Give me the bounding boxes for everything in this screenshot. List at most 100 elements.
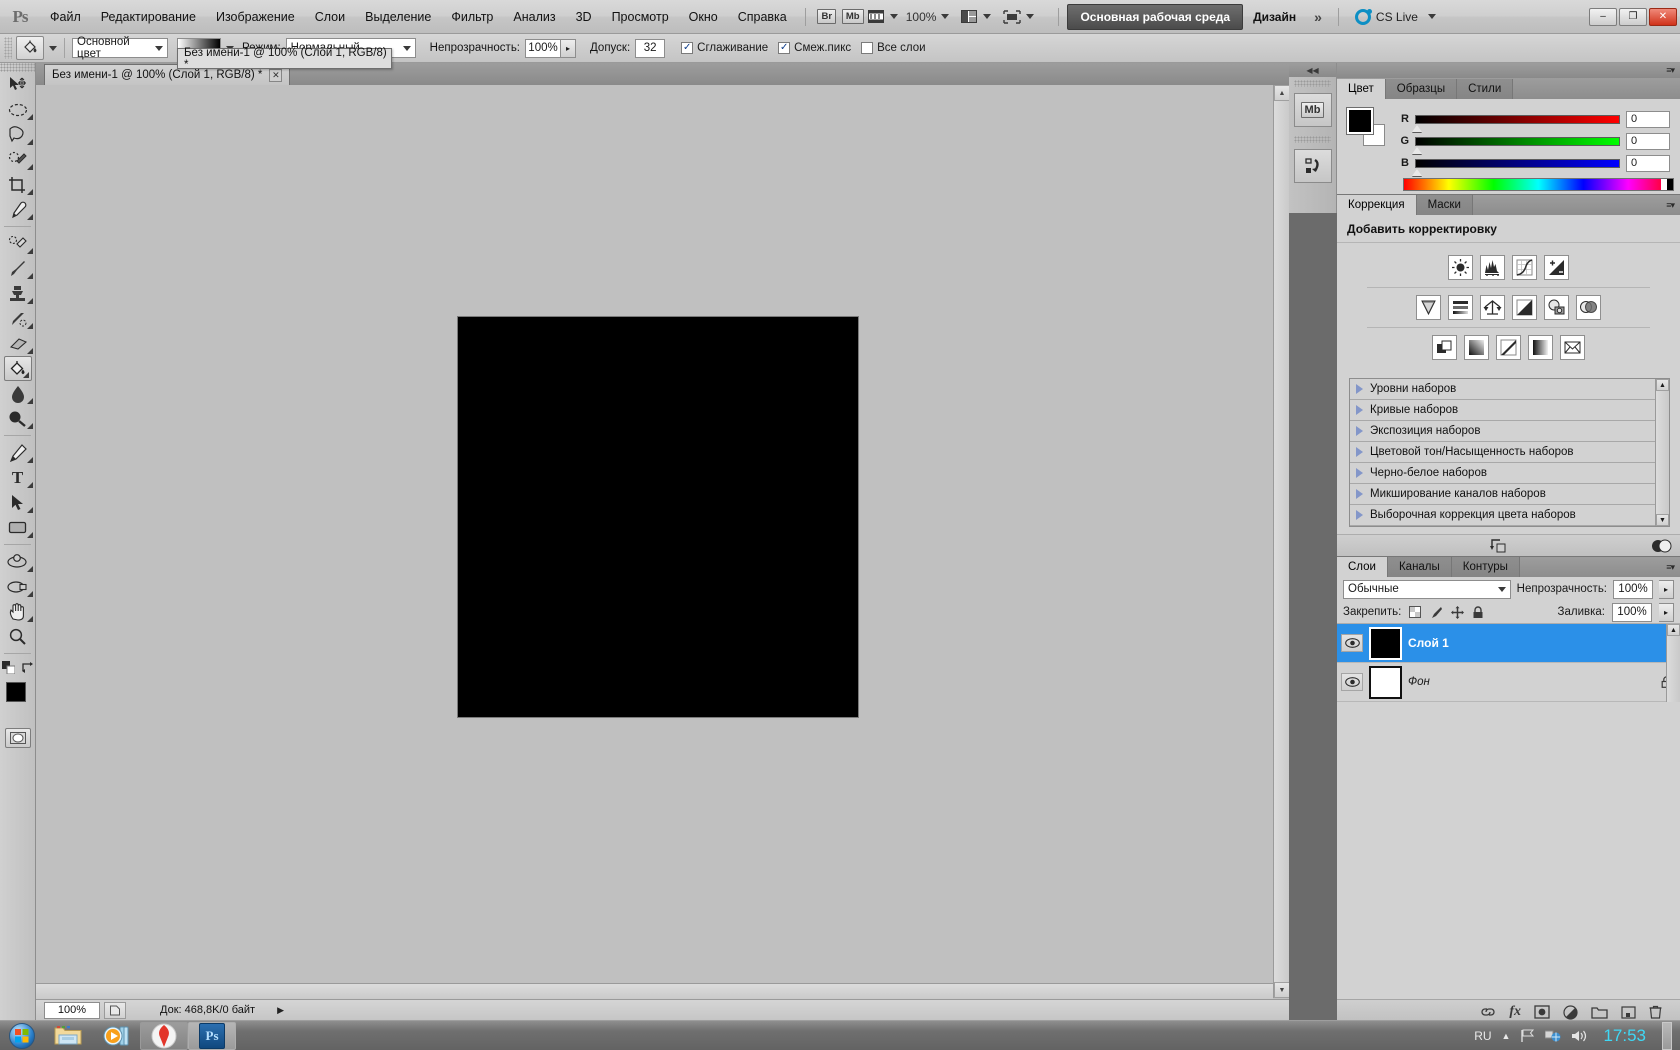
layer-visibility-eye-icon[interactable] <box>1341 634 1363 652</box>
b-slider-track[interactable] <box>1412 158 1620 176</box>
link-layers-button[interactable] <box>1480 1006 1496 1018</box>
color-balance-icon[interactable] <box>1480 295 1505 320</box>
workspace-design-button[interactable]: Дизайн <box>1243 5 1306 29</box>
layer-blend-mode-select[interactable]: Обычные <box>1343 579 1511 599</box>
levels-icon[interactable] <box>1480 255 1505 280</box>
tool-brush[interactable] <box>1 256 35 281</box>
disclosure-triangle-icon[interactable] <box>1356 510 1363 520</box>
layer-opacity-input[interactable]: 100% <box>1613 579 1653 599</box>
clip-to-layer-icon[interactable] <box>1489 538 1507 554</box>
layer-style-button[interactable]: fx <box>1509 1004 1521 1020</box>
lock-transparent-pixels-icon[interactable] <box>1408 605 1422 619</box>
alllayers-checkbox[interactable] <box>861 42 874 54</box>
hue-saturation-icon[interactable] <box>1448 295 1473 320</box>
delete-layer-button[interactable] <box>1649 1005 1662 1019</box>
zoom-level-display[interactable]: 100% <box>906 10 937 24</box>
layers-scroll-up-button[interactable]: ▲ <box>1667 624 1680 636</box>
status-zoom-input[interactable]: 100% <box>44 1001 100 1019</box>
tool-blur[interactable] <box>1 381 35 406</box>
mini-bridge-panel-button[interactable]: Mb <box>1293 93 1332 127</box>
presets-scrollbar[interactable]: ▲ ▼ <box>1655 379 1669 526</box>
show-hidden-icons-chevron-up-icon[interactable]: ▲ <box>1502 1031 1511 1041</box>
contiguous-checkbox-row[interactable]: ✓ Смеж.пикс <box>778 42 851 54</box>
tool-path-selection[interactable] <box>1 490 35 515</box>
default-colors-icon[interactable] <box>1 660 15 674</box>
tab-paths[interactable]: Контуры <box>1451 557 1520 577</box>
lock-position-icon[interactable] <box>1450 605 1464 619</box>
workspace-essentials-button[interactable]: Основная рабочая среда <box>1067 3 1244 30</box>
zoom-chevron-down-icon[interactable] <box>941 14 950 19</box>
history-grip[interactable] <box>1294 136 1331 143</box>
status-proxy-icon[interactable] <box>104 1001 126 1019</box>
network-status-icon[interactable] <box>1545 1028 1561 1043</box>
layer-visibility-eye-icon[interactable] <box>1341 673 1363 691</box>
disclosure-triangle-icon[interactable] <box>1356 405 1363 415</box>
tool-eyedropper[interactable] <box>1 197 35 222</box>
adjustments-panel-menu-icon[interactable]: ≡▾ <box>1666 200 1675 211</box>
menu-item-3d[interactable]: 3D <box>566 6 602 28</box>
tab-swatches[interactable]: Образцы <box>1385 79 1458 99</box>
photoshop-taskbar-button[interactable]: Ps <box>188 1021 236 1050</box>
tool-pen[interactable] <box>1 440 35 465</box>
preset-item[interactable]: Кривые наборов <box>1350 400 1669 421</box>
opacity-input[interactable]: 100% <box>525 38 561 58</box>
tool-lasso[interactable] <box>1 122 35 147</box>
mini-bridge-grip[interactable] <box>1294 80 1331 87</box>
menu-item-window[interactable]: Окно <box>679 6 728 28</box>
menu-item-file[interactable]: Файл <box>40 6 91 28</box>
preset-item[interactable]: Уровни наборов <box>1350 379 1669 400</box>
swap-colors-icon[interactable] <box>21 661 34 674</box>
new-fill-adjustment-button[interactable] <box>1563 1004 1578 1020</box>
opacity-scrubber-button[interactable]: ▸ <box>561 38 576 58</box>
contiguous-checkbox[interactable]: ✓ <box>778 42 791 54</box>
disclosure-triangle-icon[interactable] <box>1356 384 1363 394</box>
tool-history-brush[interactable] <box>1 306 35 331</box>
menu-item-select[interactable]: Выделение <box>355 6 441 28</box>
tool-quick-selection[interactable] <box>1 147 35 172</box>
menu-item-layers[interactable]: Слои <box>305 6 355 28</box>
menu-item-image[interactable]: Изображение <box>206 6 305 28</box>
start-button[interactable] <box>0 1022 44 1050</box>
menu-item-analysis[interactable]: Анализ <box>503 6 565 28</box>
disclosure-triangle-icon[interactable] <box>1356 426 1363 436</box>
launch-bridge-button[interactable]: Br <box>816 7 838 27</box>
presets-scroll-down-button[interactable]: ▼ <box>1656 514 1669 526</box>
maximize-button[interactable]: ❐ <box>1619 7 1647 26</box>
exposure-icon[interactable] <box>1544 255 1569 280</box>
photo-filter-icon[interactable] <box>1544 295 1569 320</box>
menu-item-view[interactable]: Просмотр <box>602 6 679 28</box>
tool-zoom[interactable] <box>1 624 35 649</box>
tool-type[interactable]: T <box>1 465 35 490</box>
presets-scroll-up-button[interactable]: ▲ <box>1656 379 1669 391</box>
vibrance-icon[interactable] <box>1416 295 1441 320</box>
preset-item[interactable]: Черно-белое наборов <box>1350 463 1669 484</box>
layer-name[interactable]: Фон <box>1408 676 1430 688</box>
explorer-taskbar-button[interactable] <box>44 1022 92 1050</box>
return-to-adjustment-list-icon[interactable] <box>1650 538 1672 554</box>
quick-mask-button[interactable] <box>4 728 31 748</box>
tool-3d-object-rotate[interactable] <box>1 549 35 574</box>
tool-dodge[interactable] <box>1 406 35 431</box>
view-extras-button[interactable] <box>867 7 898 27</box>
screen-mode-button[interactable] <box>1003 7 1035 27</box>
canvas-vertical-scrollbar[interactable]: ▲ ▼ <box>1273 85 1290 998</box>
layers-scrollbar[interactable]: ▲ <box>1666 624 1680 702</box>
tool-clone-stamp[interactable] <box>1 281 35 306</box>
fill-source-select[interactable]: Основной цвет <box>72 36 168 60</box>
canvas-horizontal-scrollbar[interactable] <box>36 983 1273 999</box>
tab-adjustments[interactable]: Коррекция <box>1337 195 1417 215</box>
volume-icon[interactable] <box>1571 1029 1587 1043</box>
tool-3d-camera-rotate[interactable] <box>1 574 35 599</box>
lock-all-icon[interactable] <box>1471 605 1485 619</box>
arrange-documents-button[interactable] <box>961 7 992 27</box>
close-button[interactable]: ✕ <box>1649 7 1677 26</box>
workspace-more-chevron-icon[interactable]: » <box>1306 9 1330 25</box>
brightness-contrast-icon[interactable] <box>1448 255 1473 280</box>
r-value-input[interactable]: 0 <box>1626 110 1670 128</box>
layer-row[interactable]: Слой 1 <box>1337 624 1680 663</box>
layer-mask-button[interactable] <box>1534 1005 1550 1019</box>
g-value-input[interactable]: 0 <box>1626 132 1670 150</box>
gradient-map-icon[interactable] <box>1528 335 1553 360</box>
preset-item[interactable]: Микширование каналов наборов <box>1350 484 1669 505</box>
network-flag-icon[interactable] <box>1520 1029 1535 1043</box>
